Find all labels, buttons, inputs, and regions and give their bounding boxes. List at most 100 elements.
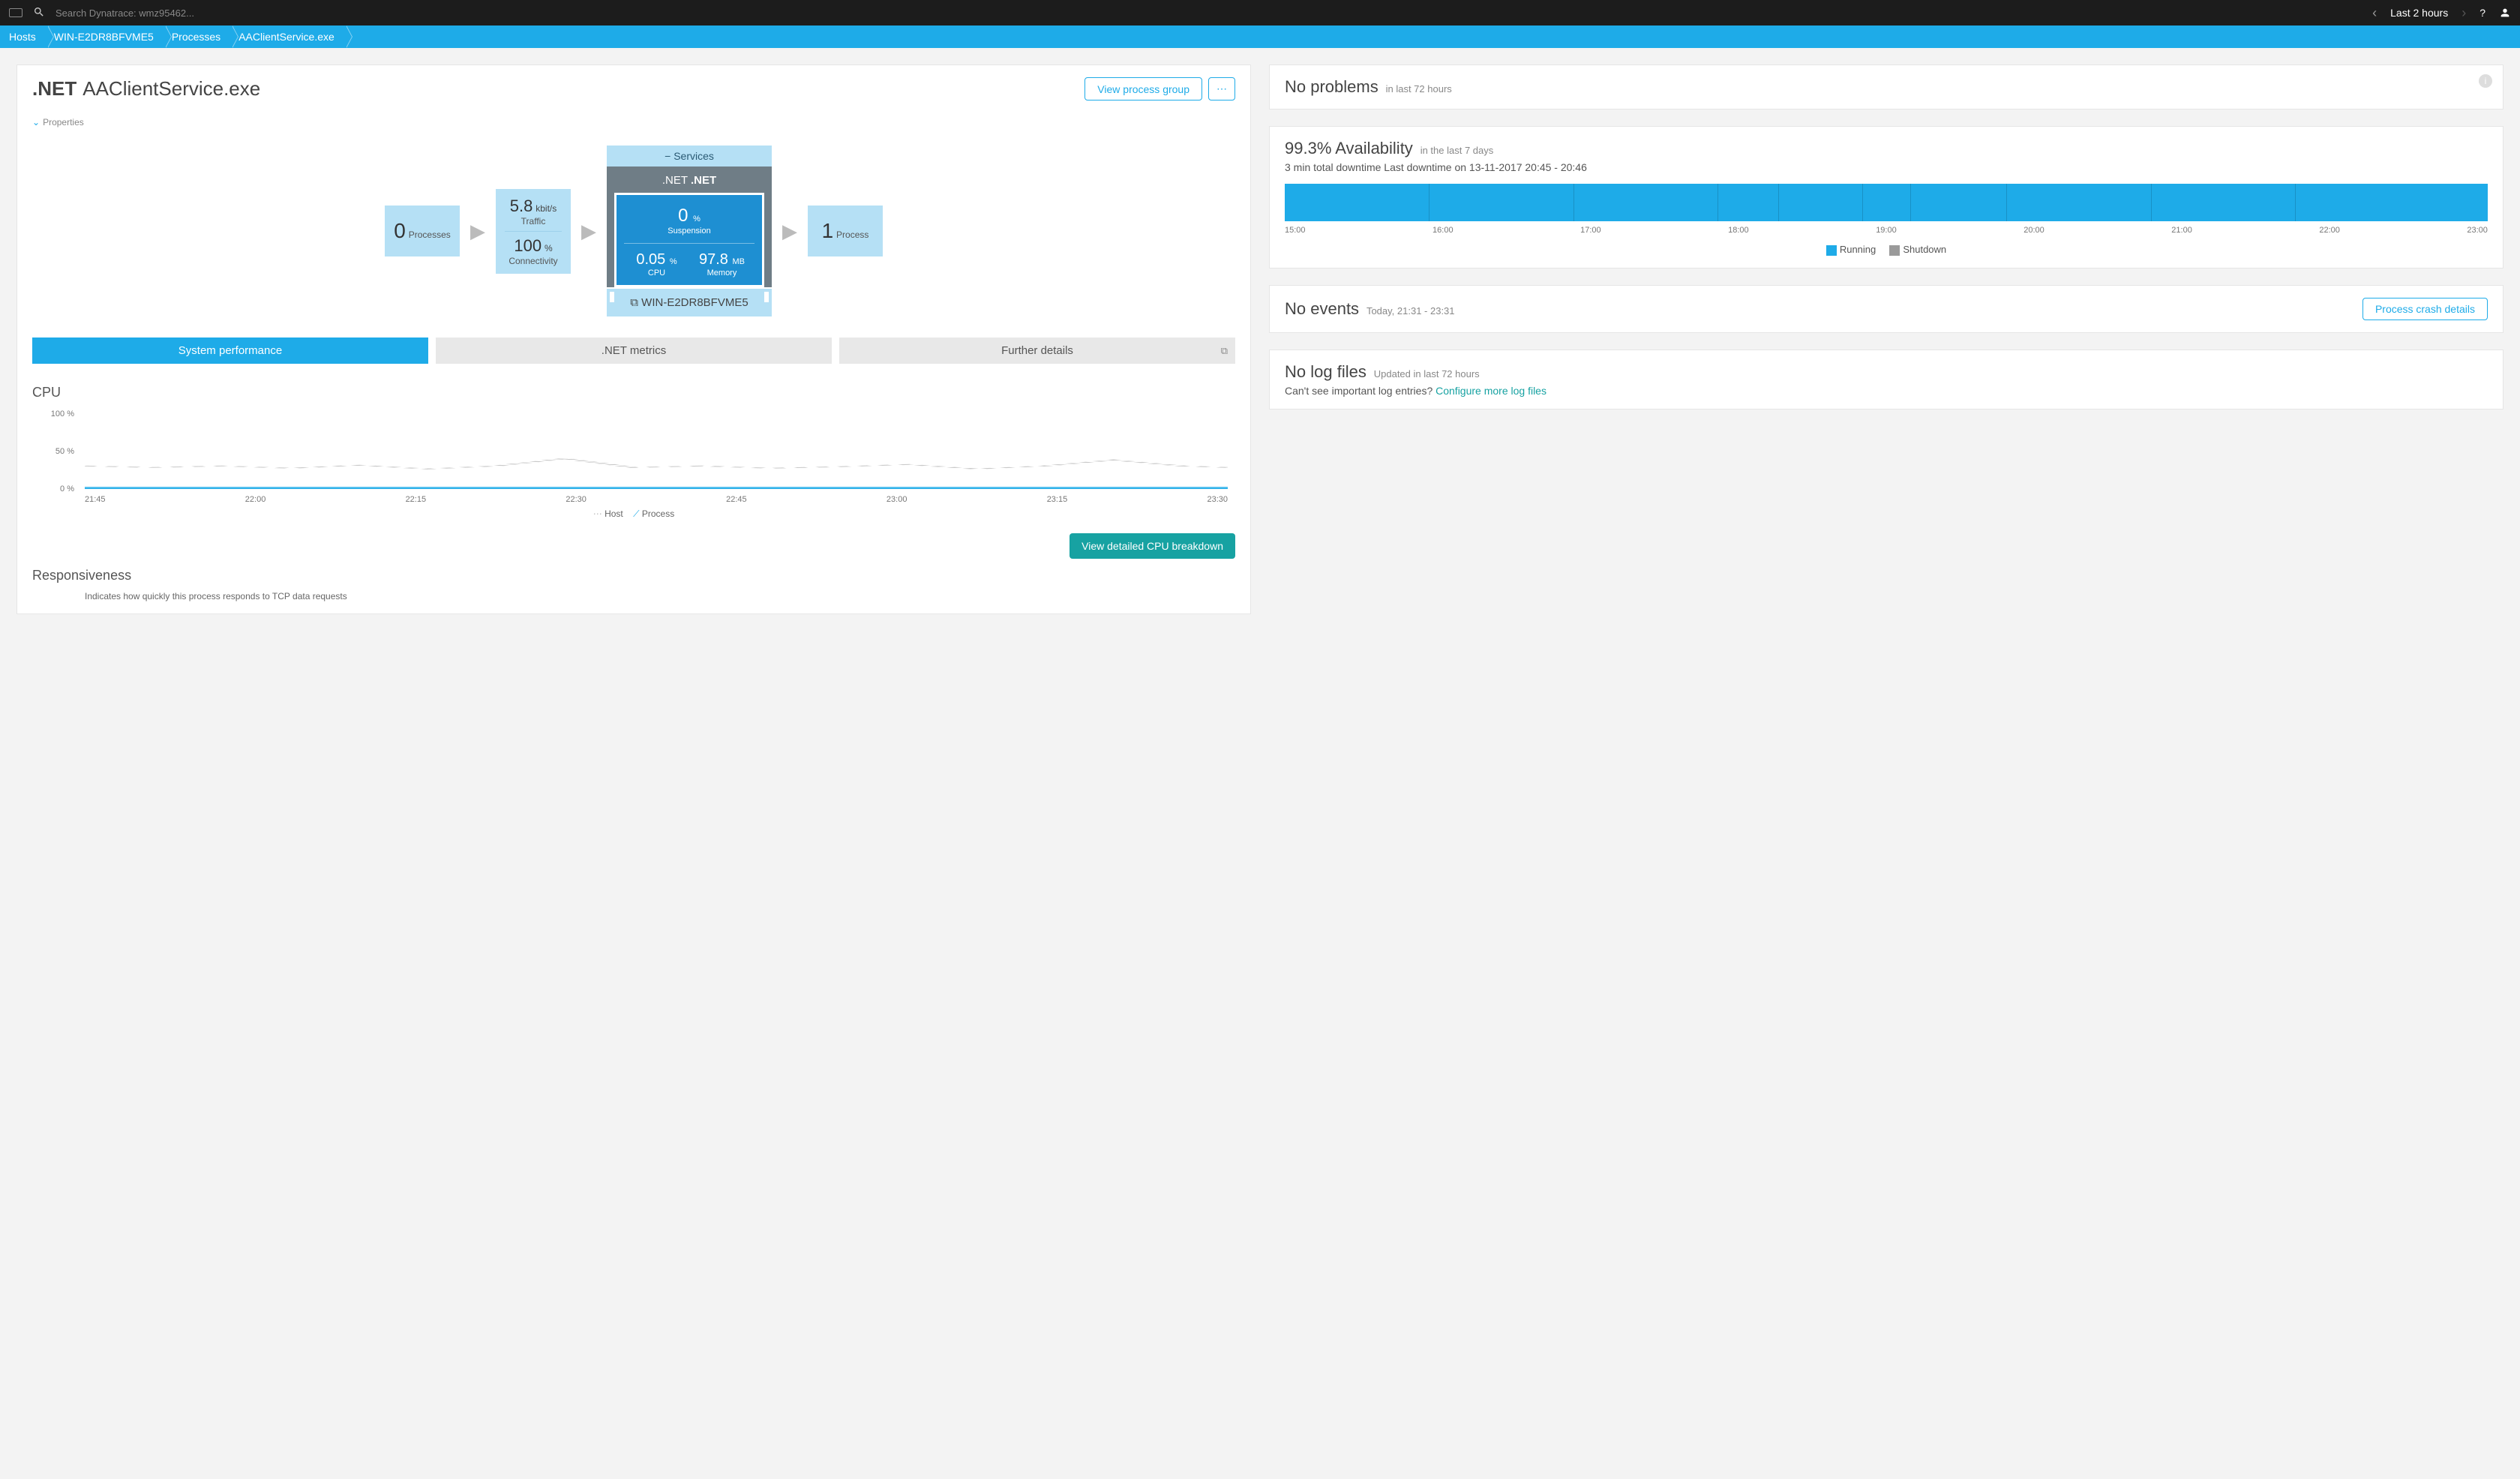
traffic-unit: kbit/s <box>536 203 556 214</box>
responsiveness-title: Responsiveness <box>32 568 1235 584</box>
crumb-hosts[interactable]: Hosts <box>3 26 48 48</box>
tech-badge: .NET <box>32 77 76 100</box>
xtick: 21:45 <box>85 495 106 504</box>
tab-further-details-label: Further details <box>1001 344 1073 357</box>
connectivity-label: Connectivity <box>505 256 562 266</box>
cpu-unit: % <box>670 257 677 266</box>
configure-log-files-link[interactable]: Configure more log files <box>1436 385 1546 397</box>
cpu-label: CPU <box>624 268 689 278</box>
availability-title: 99.3% Availability <box>1285 139 1413 158</box>
more-actions-button[interactable]: ⋯ <box>1208 77 1235 100</box>
memory-unit: MB <box>733 257 746 266</box>
topology-diagram: 0 Processes ▶ 5.8 kbit/s Traffic 100 % C… <box>32 146 1235 316</box>
problems-title: No problems <box>1285 77 1378 96</box>
crumb-processes[interactable]: Processes <box>166 26 232 48</box>
logs-sub: Updated in last 72 hours <box>1374 368 1480 380</box>
xtick: 16:00 <box>1432 226 1454 235</box>
xtick: 23:30 <box>1207 495 1228 504</box>
xtick: 15:00 <box>1285 226 1306 235</box>
ytick: 100 % <box>51 410 74 418</box>
outgoing-count: 1 <box>822 219 834 242</box>
logs-title: No log files <box>1285 362 1366 381</box>
memory-label: Memory <box>689 268 754 278</box>
traffic-label: Traffic <box>505 216 562 226</box>
events-card: No events Today, 21:31 - 23:31 Process c… <box>1269 285 2504 333</box>
suspension-value: 0 <box>678 206 688 226</box>
availability-chart[interactable] <box>1285 184 2488 221</box>
problems-sub: in last 72 hours <box>1386 83 1452 94</box>
xtick: 23:00 <box>886 495 908 504</box>
connectivity-unit: % <box>544 243 553 254</box>
page-title: AAClientService.exe <box>82 77 260 100</box>
xtick: 19:00 <box>1876 226 1897 235</box>
properties-toggle[interactable]: ⌄ Properties <box>32 117 1235 128</box>
xtick: 22:00 <box>2319 226 2340 235</box>
view-process-group-button[interactable]: View process group <box>1084 77 1202 100</box>
ytick: 0 % <box>60 484 74 494</box>
tab-net-metrics[interactable]: .NET metrics <box>436 338 832 364</box>
xtick: 21:00 <box>2171 226 2192 235</box>
timeframe-prev-icon[interactable]: ‹ <box>2372 5 2377 21</box>
events-title: No events <box>1285 299 1359 318</box>
cpu-value: 0.05 <box>636 251 665 268</box>
incoming-count: 0 <box>394 219 406 242</box>
availability-sub: in the last 7 days <box>1420 145 1494 156</box>
traffic-connectivity-tile[interactable]: 5.8 kbit/s Traffic 100 % Connectivity <box>496 189 571 274</box>
keyboard-icon[interactable] <box>9 8 22 17</box>
ytick: 50 % <box>56 447 74 456</box>
info-icon[interactable]: i <box>2479 74 2492 88</box>
process-metrics-tile[interactable]: .NET .NET 0 % Suspension 0.05 % CPU <box>607 166 772 287</box>
logs-card: No log files Updated in last 72 hours Ca… <box>1269 350 2504 410</box>
incoming-processes-tile[interactable]: 0 Processes <box>385 206 460 256</box>
user-icon[interactable] <box>2499 7 2511 19</box>
breadcrumb: Hosts WIN-E2DR8BFVME5 Processes AAClient… <box>0 26 2520 48</box>
cpu-section-title: CPU <box>32 385 1235 400</box>
logs-question: Can't see important log entries? <box>1285 385 1436 397</box>
xtick: 22:15 <box>406 495 427 504</box>
cpu-chart[interactable]: 100 % 50 % 0 % 21:45 22:00 22:15 22:30 2… <box>32 414 1235 504</box>
timeframe-next-icon[interactable]: › <box>2462 5 2466 21</box>
legend-host: Host <box>604 508 623 519</box>
net-header-bold: .NET <box>691 174 716 187</box>
arrow-right-icon: ▶ <box>581 220 596 243</box>
chevron-down-icon: ⌄ <box>32 117 40 128</box>
connectivity-value: 100 <box>514 236 542 255</box>
responsiveness-subtitle: Indicates how quickly this process respo… <box>85 591 1235 602</box>
cpu-breakdown-button[interactable]: View detailed CPU breakdown <box>1070 533 1235 559</box>
suspension-unit: % <box>693 214 700 224</box>
search-icon[interactable] <box>33 6 45 20</box>
xtick: 17:00 <box>1580 226 1601 235</box>
timeframe-selector[interactable]: Last 2 hours <box>2390 7 2448 19</box>
traffic-value: 5.8 <box>510 196 533 215</box>
tab-further-details[interactable]: Further details ⧉ <box>839 338 1235 364</box>
xtick: 20:00 <box>2024 226 2044 235</box>
host-tile[interactable]: ⧉ WIN-E2DR8BFVME5 <box>607 289 772 316</box>
suspension-label: Suspension <box>624 226 754 236</box>
xtick: 23:15 <box>1047 495 1068 504</box>
process-crash-details-button[interactable]: Process crash details <box>2362 298 2488 320</box>
cpu-chart-legend: ⋯ Host ⟋ Process <box>32 508 1235 520</box>
properties-label: Properties <box>43 117 84 128</box>
xtick: 18:00 <box>1728 226 1749 235</box>
outgoing-process-tile[interactable]: 1 Process <box>808 206 883 256</box>
crumb-host[interactable]: WIN-E2DR8BFVME5 <box>48 26 166 48</box>
arrow-right-icon: ▶ <box>470 220 485 243</box>
topbar: Search Dynatrace: wmz95462... ‹ Last 2 h… <box>0 0 2520 26</box>
host-name: WIN-E2DR8BFVME5 <box>641 296 748 309</box>
problems-card: i No problems in last 72 hours <box>1269 64 2504 110</box>
legend-shutdown: Shutdown <box>1903 244 1946 255</box>
availability-legend: Running Shutdown <box>1285 244 2488 256</box>
legend-running: Running <box>1840 244 1876 255</box>
events-sub: Today, 21:31 - 23:31 <box>1366 305 1455 316</box>
tab-system-performance[interactable]: System performance <box>32 338 428 364</box>
crumb-process[interactable]: AAClientService.exe <box>232 26 346 48</box>
availability-card: 99.3% Availability in the last 7 days 3 … <box>1269 126 2504 268</box>
arrow-right-icon: ▶ <box>782 220 797 243</box>
help-icon[interactable]: ? <box>2480 7 2486 19</box>
services-tab[interactable]: − Services <box>607 146 772 166</box>
xtick: 22:30 <box>566 495 586 504</box>
memory-value: 97.8 <box>699 251 728 268</box>
xtick: 23:00 <box>2467 226 2488 235</box>
search-input[interactable]: Search Dynatrace: wmz95462... <box>56 8 194 19</box>
net-header-prefix: .NET <box>662 174 688 187</box>
